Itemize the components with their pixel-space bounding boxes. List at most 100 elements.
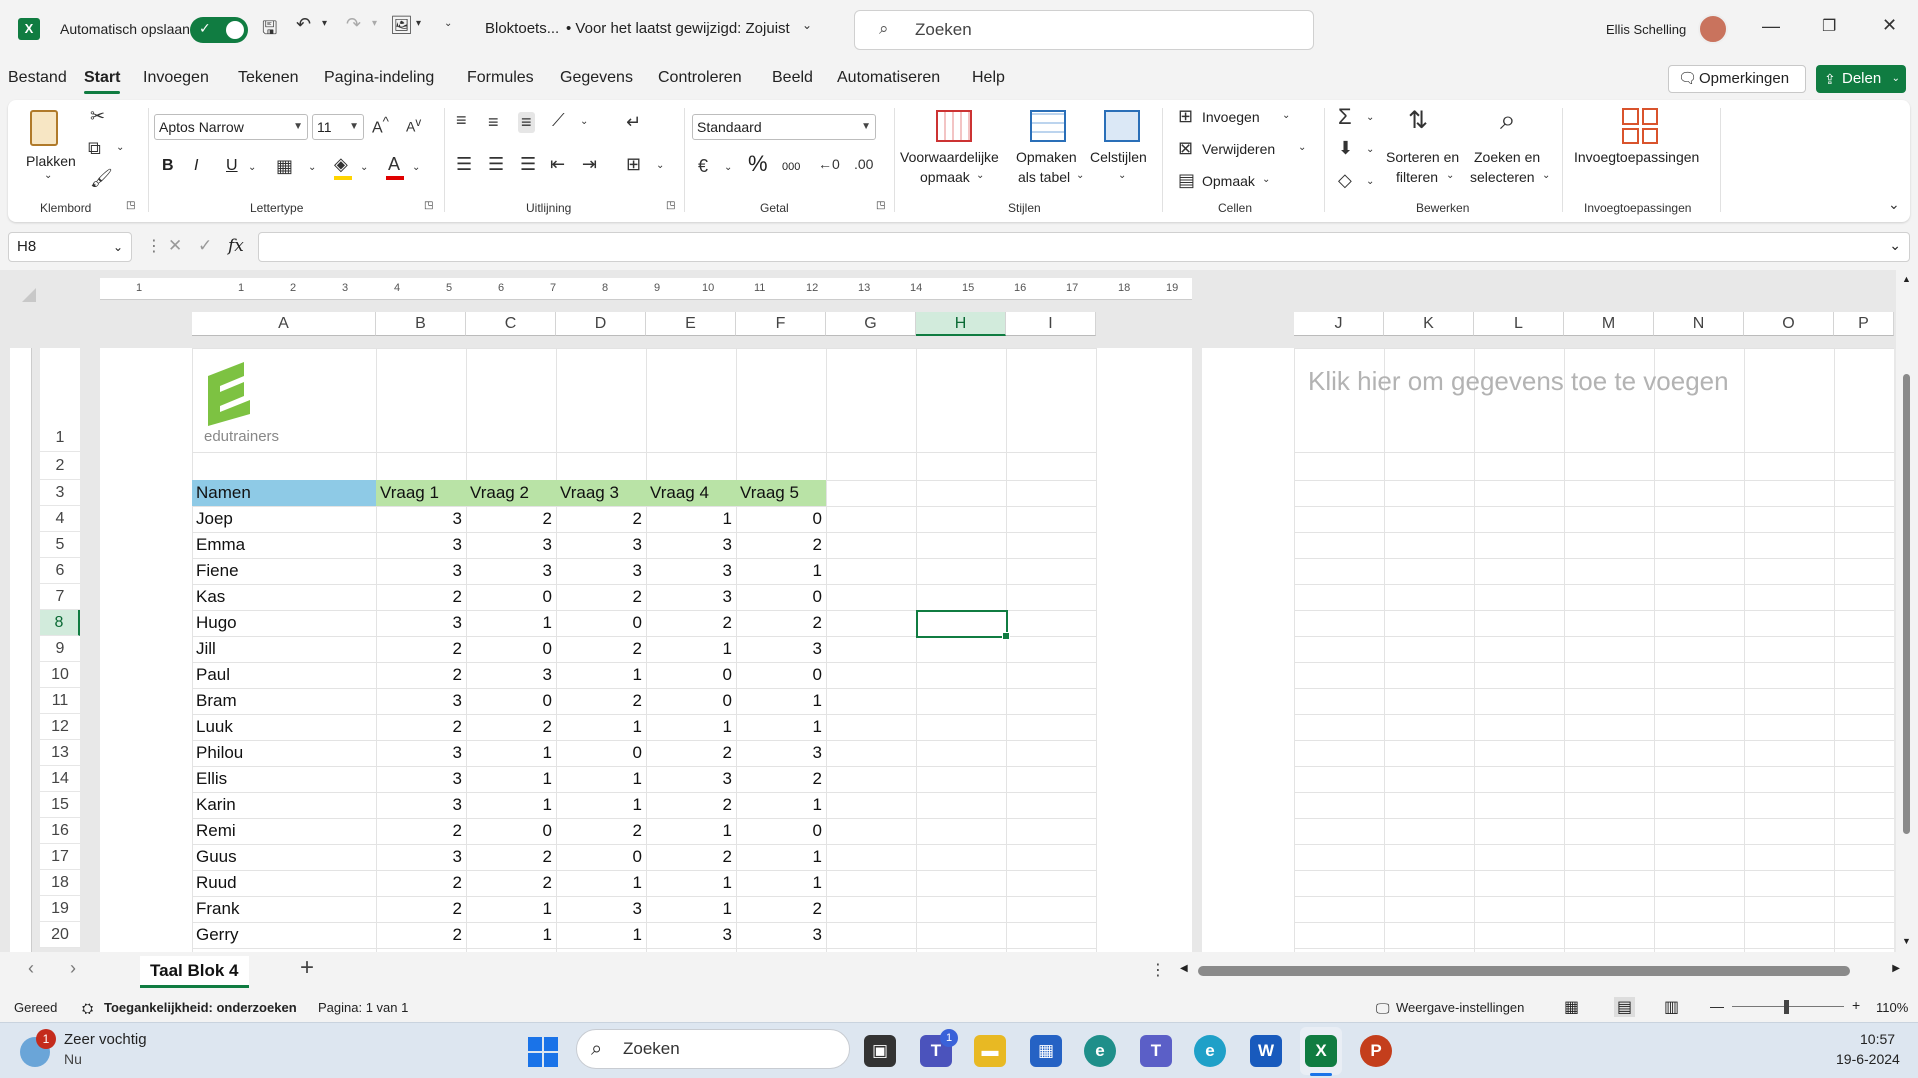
score-cell[interactable]: 3 <box>646 584 736 610</box>
column-header-e[interactable]: E <box>646 312 736 336</box>
column-header-c[interactable]: C <box>466 312 556 336</box>
score-cell[interactable]: 0 <box>466 584 556 610</box>
name-cell[interactable]: Guus <box>192 844 376 870</box>
conditional-format-icon[interactable] <box>936 110 972 142</box>
score-cell[interactable]: 2 <box>646 792 736 818</box>
score-cell[interactable]: 2 <box>466 870 556 896</box>
comments-button[interactable]: 🗨 Opmerkingen <box>1668 65 1806 93</box>
cell-styles-icon[interactable] <box>1104 110 1140 142</box>
paste-dropdown-icon[interactable]: ⌄ <box>44 170 52 181</box>
zoom-out-icon[interactable]: — <box>1710 998 1724 1014</box>
score-cell[interactable]: 2 <box>556 636 646 662</box>
cond-format-label-2[interactable]: opmaak <box>920 168 970 187</box>
orientation-icon[interactable]: ⟋ <box>552 110 565 131</box>
zoom-in-icon[interactable]: + <box>1852 997 1860 1013</box>
score-cell[interactable]: 2 <box>376 818 466 844</box>
row-header-13[interactable]: 13 <box>40 740 80 766</box>
score-cell[interactable]: 1 <box>466 792 556 818</box>
score-cell[interactable]: 1 <box>466 610 556 636</box>
header-label-vraag-2[interactable]: Vraag 2 <box>466 480 533 506</box>
align-right-icon[interactable]: ☰ <box>520 154 536 175</box>
thousands-button[interactable]: 000 <box>782 158 800 177</box>
score-cell[interactable]: 2 <box>376 896 466 922</box>
row-header-5[interactable]: 5 <box>40 532 80 558</box>
score-cell[interactable]: 3 <box>376 844 466 870</box>
scroll-right-icon[interactable]: ▶ <box>1892 963 1900 974</box>
sort-label-2[interactable]: filteren <box>1396 168 1438 187</box>
selected-cell-h8[interactable] <box>916 610 1010 640</box>
name-cell[interactable]: Paul <box>192 662 376 688</box>
format-cells-button[interactable]: Opmaak <box>1202 172 1255 191</box>
score-cell[interactable]: 1 <box>556 662 646 688</box>
score-cell[interactable]: 1 <box>556 792 646 818</box>
share-dropdown-icon[interactable]: ⌄ <box>1892 65 1900 93</box>
score-cell[interactable]: 1 <box>556 766 646 792</box>
delete-cells-button[interactable]: Verwijderen <box>1202 140 1275 159</box>
clear-icon[interactable]: ◇ <box>1338 170 1352 191</box>
find-select-icon[interactable]: ⌕ <box>1500 104 1516 137</box>
restore-icon[interactable]: ❐ <box>1822 16 1836 36</box>
score-cell[interactable]: 0 <box>556 844 646 870</box>
file-explorer-icon[interactable]: ▬ <box>974 1035 1006 1067</box>
score-cell[interactable]: 0 <box>556 740 646 766</box>
italic-button[interactable]: I <box>194 156 198 175</box>
score-cell[interactable]: 3 <box>736 636 826 662</box>
insert-cells-button[interactable]: Invoegen <box>1202 108 1260 127</box>
close-icon[interactable]: ✕ <box>1882 15 1897 36</box>
score-cell[interactable]: 3 <box>736 740 826 766</box>
score-cell[interactable]: 3 <box>466 662 556 688</box>
name-cell[interactable]: Jill <box>192 636 376 662</box>
taskbar-search[interactable]: ⌕ Zoeken <box>576 1029 850 1069</box>
formula-input[interactable]: ⌄ <box>258 232 1910 262</box>
row-header-10[interactable]: 10 <box>40 662 80 688</box>
tab-beeld[interactable]: Beeld <box>772 69 813 87</box>
column-header-i[interactable]: I <box>1006 312 1096 336</box>
format-table-dropdown-icon[interactable]: ⌄ <box>1076 170 1084 181</box>
format-cells-icon[interactable]: ▤ <box>1178 170 1195 191</box>
score-cell[interactable]: 1 <box>736 558 826 584</box>
font-size-combo[interactable]: 11 ▼ <box>312 114 364 140</box>
clock-date[interactable]: 19-6-2024 <box>1836 1051 1900 1067</box>
row-header-18[interactable]: 18 <box>40 870 80 896</box>
name-cell[interactable]: Bram <box>192 688 376 714</box>
row-header-4[interactable]: 4 <box>40 506 80 532</box>
score-cell[interactable]: 2 <box>556 818 646 844</box>
tab-tekenen[interactable]: Tekenen <box>238 69 299 87</box>
score-cell[interactable]: 0 <box>736 662 826 688</box>
redo-icon[interactable]: ↷ <box>346 14 361 35</box>
row-header-15[interactable]: 15 <box>40 792 80 818</box>
tab-start[interactable]: Start <box>84 69 121 94</box>
row-header-14[interactable]: 14 <box>40 766 80 792</box>
minimize-icon[interactable]: — <box>1762 16 1780 37</box>
increase-decimal-icon[interactable]: ←0 <box>818 156 840 172</box>
score-cell[interactable]: 2 <box>736 610 826 636</box>
score-cell[interactable]: 3 <box>376 610 466 636</box>
name-cell[interactable]: Remi <box>192 818 376 844</box>
score-cell[interactable]: 3 <box>376 558 466 584</box>
score-cell[interactable]: 1 <box>466 896 556 922</box>
font-color-dropdown-icon[interactable]: ⌄ <box>412 162 420 173</box>
insert-dropdown-icon[interactable]: ⌄ <box>1282 110 1290 121</box>
normal-view-icon[interactable]: ▦ <box>1564 997 1579 1017</box>
score-cell[interactable]: 3 <box>646 558 736 584</box>
zoom-level[interactable]: 110% <box>1876 1000 1908 1015</box>
header-cell-namen[interactable]: Namen <box>192 480 376 506</box>
saved-status[interactable]: • Voor het laatst gewijzigd: Zojuist <box>566 20 790 37</box>
column-header-h[interactable]: H <box>916 312 1006 336</box>
name-cell[interactable]: Hugo <box>192 610 376 636</box>
score-cell[interactable]: 3 <box>376 506 466 532</box>
format-table-label-2[interactable]: als tabel <box>1018 168 1070 187</box>
score-cell[interactable]: 3 <box>376 766 466 792</box>
underline-dropdown-icon[interactable]: ⌄ <box>248 162 256 173</box>
share-button[interactable]: ⇪ Delen ⌄ <box>1816 65 1906 93</box>
find-label-2[interactable]: selecteren <box>1470 168 1535 187</box>
chevron-down-icon[interactable]: ⌄ <box>113 233 123 261</box>
score-cell[interactable]: 2 <box>556 584 646 610</box>
header-label-vraag-5[interactable]: Vraag 5 <box>736 480 803 506</box>
tab-invoegen[interactable]: Invoegen <box>143 69 209 87</box>
score-cell[interactable]: 1 <box>646 636 736 662</box>
percent-button[interactable]: % <box>748 153 768 175</box>
font-name-combo[interactable]: Aptos Narrow ▼ <box>154 114 308 140</box>
scroll-down-icon[interactable]: ▼ <box>1902 936 1911 946</box>
insert-cells-icon[interactable]: ⊞ <box>1178 106 1193 127</box>
